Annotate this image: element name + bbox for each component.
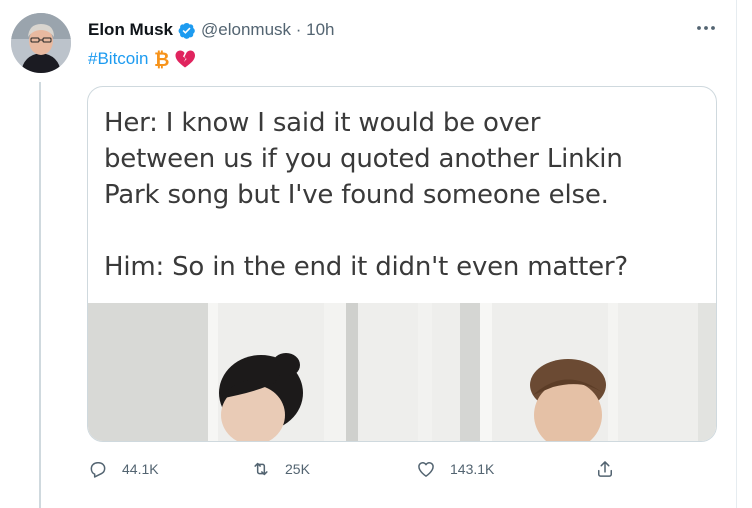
tweet-media-image[interactable]: Her: I know I said it would be over betw…	[87, 86, 717, 442]
bitcoin-icon: ₿	[154, 49, 169, 69]
retweet-button[interactable]: 25K	[251, 455, 310, 483]
author-handle-time[interactable]: @elonmusk · 10h	[201, 20, 335, 40]
timeline-border	[736, 0, 737, 508]
hashtag-link[interactable]: #Bitcoin	[88, 49, 148, 69]
like-button[interactable]: 143.1K	[416, 455, 494, 483]
reply-button[interactable]: 44.1K	[88, 455, 159, 483]
share-button[interactable]	[595, 455, 615, 483]
like-count: 143.1K	[450, 461, 495, 477]
meme-photo	[88, 303, 716, 441]
thread-line	[39, 82, 41, 508]
tweet-text: #Bitcoin ₿	[88, 47, 196, 71]
tweet-header: Elon Musk @elonmusk · 10h	[88, 18, 335, 42]
meme-line: Park song but I've found someone else.	[104, 180, 609, 210]
meme-caption: Her: I know I said it would be over betw…	[104, 105, 704, 285]
more-options-icon[interactable]	[694, 16, 718, 40]
avatar[interactable]	[11, 13, 71, 73]
meme-line: Her: I know I said it would be over	[104, 108, 541, 138]
share-icon	[598, 461, 612, 477]
tweet-actions: 44.1K 25K 143.1K	[88, 455, 728, 483]
svg-text:₿: ₿	[154, 49, 169, 69]
broken-heart-icon	[175, 50, 196, 68]
retweet-count: 25K	[285, 461, 310, 477]
author-name[interactable]: Elon Musk	[88, 20, 173, 40]
meme-line: Him: So in the end it didn't even matter…	[104, 252, 629, 282]
retweet-icon	[254, 462, 268, 476]
reply-icon	[90, 462, 106, 478]
heart-icon	[418, 462, 434, 477]
reply-count: 44.1K	[122, 461, 159, 477]
meme-line: between us if you quoted another Linkin	[104, 144, 623, 174]
verified-badge-icon	[178, 22, 195, 39]
